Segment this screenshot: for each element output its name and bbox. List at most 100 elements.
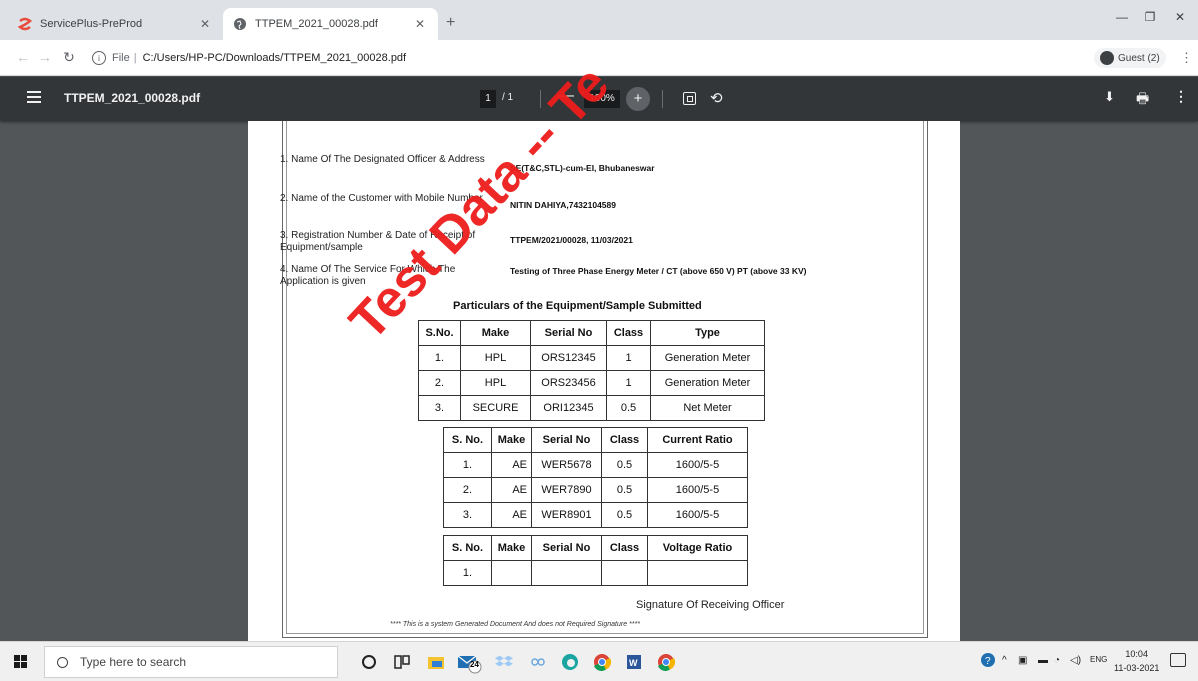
table-cell: 0.5 <box>601 452 648 478</box>
table-header-row: S. No. Make Serial No Class Voltage Rati… <box>443 535 748 561</box>
section-title: Particulars of the Equipment/Sample Subm… <box>453 300 702 312</box>
url-path: C:/Users/HP-PC/Downloads/TTPEM_2021_0002… <box>142 52 407 64</box>
column-header: Class <box>606 320 651 346</box>
table-cell: 1600/5-5 <box>647 452 748 478</box>
table-cell: ORS23456 <box>530 370 607 396</box>
mail-badge: 24 <box>470 660 479 669</box>
more-options-icon[interactable]: ⋮ <box>1174 88 1188 105</box>
column-header: Voltage Ratio <box>647 535 748 561</box>
page-number-input[interactable]: 1 <box>480 90 496 108</box>
search-icon <box>57 656 68 668</box>
table-row: 1. AE WER5678 0.5 1600/5-5 <box>443 452 748 478</box>
avatar-icon <box>1100 51 1114 65</box>
chrome-icon[interactable] <box>656 652 676 672</box>
column-header: Current Ratio <box>647 427 748 453</box>
windows-start-icon[interactable] <box>14 655 28 669</box>
column-header: Class <box>601 535 648 561</box>
tab-title: ServicePlus-PreProd <box>40 18 143 30</box>
browser-toolbar: ← → ↻ i File | C:/Users/HP-PC/Downloads/… <box>0 40 1198 76</box>
officer-value: SE(T&C,STL)-cum-EI, Bhubaneswar <box>510 163 655 173</box>
column-header: Serial No <box>531 535 602 561</box>
infinity-icon[interactable] <box>528 652 548 672</box>
table-cell: 0.5 <box>601 477 648 503</box>
table-cell <box>601 560 648 586</box>
table-cell: WER8901 <box>531 502 602 528</box>
ct-table: S. No. Make Serial No Class Current Rati… <box>443 427 748 528</box>
table-cell: 1 <box>606 370 651 396</box>
download-icon[interactable]: ⬇ <box>1104 89 1115 105</box>
info-icon[interactable]: i <box>92 51 106 65</box>
tab-pdf[interactable]: TTPEM_2021_00028.pdf ✕ <box>223 8 438 40</box>
chrome-icon[interactable] <box>592 652 612 672</box>
table-cell: 2. <box>443 477 492 503</box>
tab-close-icon[interactable]: ✕ <box>412 17 428 31</box>
svg-text:?: ? <box>985 656 991 667</box>
fit-to-page-icon[interactable] <box>683 92 696 105</box>
pdf-filename: TTPEM_2021_00028.pdf <box>64 91 201 105</box>
battery-icon[interactable]: ▬ <box>1038 655 1048 666</box>
column-header: Class <box>601 427 648 453</box>
url-separator: | <box>133 52 137 64</box>
table-cell: WER7890 <box>531 477 602 503</box>
table-cell: AE <box>491 452 532 478</box>
edge-icon[interactable] <box>560 652 580 672</box>
language-indicator[interactable]: ENG <box>1090 655 1107 664</box>
menu-icon[interactable] <box>27 91 41 105</box>
customer-value: NITIN DAHIYA,7432104589 <box>510 200 616 210</box>
pdf-page: 1. Name Of The Designated Officer & Addr… <box>248 55 960 641</box>
table-cell: 1600/5-5 <box>647 502 748 528</box>
table-cell <box>491 560 532 586</box>
volume-icon[interactable]: ◁) <box>1070 655 1081 666</box>
notification-icon[interactable] <box>1170 653 1186 667</box>
chevron-up-icon[interactable]: ^ <box>1002 655 1007 666</box>
mail-icon[interactable]: 24 <box>456 652 482 674</box>
new-tab-button[interactable]: + <box>446 14 455 32</box>
pt-table: S. No. Make Serial No Class Voltage Rati… <box>443 535 748 586</box>
serviceplus-favicon-icon <box>18 17 32 31</box>
back-icon[interactable]: ← <box>14 49 32 65</box>
window-close-icon[interactable]: ✕ <box>1170 10 1190 24</box>
word-icon[interactable]: W <box>624 652 644 672</box>
table-cell: 1. <box>443 560 492 586</box>
zoom-in-button[interactable]: + <box>626 87 650 111</box>
reload-icon[interactable]: ↻ <box>60 49 78 66</box>
column-header: Make <box>491 427 532 453</box>
forward-icon[interactable]: → <box>36 49 54 65</box>
taskbar: Type here to search 24 W ? ^ ▣ ▬ ◔ ◁) EN… <box>0 641 1198 681</box>
dropbox-icon[interactable] <box>494 652 514 672</box>
clock-time: 10:04 <box>1125 649 1148 659</box>
toolbar-divider <box>662 90 663 108</box>
table-cell: 0.5 <box>601 502 648 528</box>
tab-close-icon[interactable]: ✕ <box>197 17 213 31</box>
minimize-icon[interactable]: — <box>1112 10 1132 24</box>
profile-button[interactable]: Guest (2) <box>1094 48 1166 68</box>
table-cell: 3. <box>418 395 461 421</box>
table-cell <box>531 560 602 586</box>
browser-menu-icon[interactable]: ⋮ <box>1180 50 1193 66</box>
help-icon[interactable]: ? <box>980 652 996 671</box>
table-cell: Generation Meter <box>650 345 765 371</box>
url-scheme: File <box>112 52 130 64</box>
tab-serviceplus[interactable]: ServicePlus-PreProd ✕ <box>8 8 223 40</box>
column-header: Serial No <box>530 320 607 346</box>
table-cell: WER5678 <box>531 452 602 478</box>
registration-value: TTPEM/2021/00028, 11/03/2021 <box>510 235 633 245</box>
file-explorer-icon[interactable] <box>426 652 446 672</box>
table-row: 2. AE WER7890 0.5 1600/5-5 <box>443 477 748 503</box>
print-icon[interactable]: 🖶 <box>1136 88 1149 112</box>
profile-label: Guest (2) <box>1118 52 1160 64</box>
tray-app-icon[interactable]: ▣ <box>1018 655 1027 666</box>
wifi-icon[interactable]: ◔ <box>1054 655 1060 666</box>
column-header: Make <box>460 320 531 346</box>
restore-icon[interactable]: ❐ <box>1140 10 1160 24</box>
table-header-row: S.No. Make Serial No Class Type <box>418 320 765 346</box>
table-cell: 1. <box>443 452 492 478</box>
cortana-icon[interactable] <box>362 655 376 669</box>
table-cell: 0.5 <box>606 395 651 421</box>
task-view-icon[interactable] <box>392 652 412 672</box>
clock[interactable]: 10:04 11-03-2021 <box>1114 647 1159 675</box>
rotate-icon[interactable]: ⟲ <box>710 89 723 107</box>
column-header: S.No. <box>418 320 461 346</box>
taskbar-search[interactable]: Type here to search <box>44 646 338 678</box>
search-placeholder: Type here to search <box>80 655 187 669</box>
